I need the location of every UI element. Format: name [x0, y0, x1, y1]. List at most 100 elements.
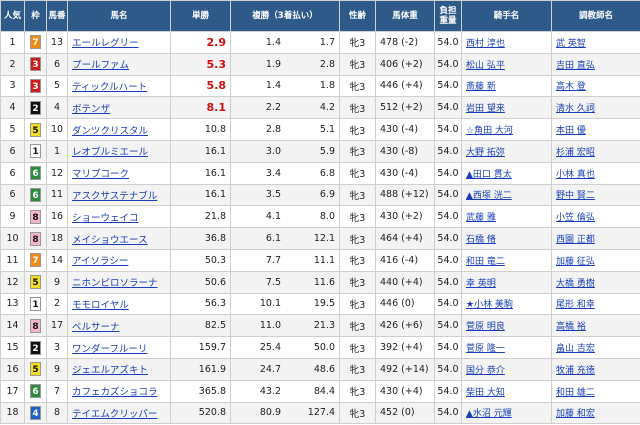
- jockey-link[interactable]: 柴田 大知: [461, 379, 552, 403]
- trainer-link[interactable]: 小笠 倫弘: [551, 205, 640, 229]
- jockey-link[interactable]: 石橋 脩: [461, 227, 552, 250]
- table-row: 9 8 16 ショーウェイコ 21.8 4.1 8.0 牝3 430 (+2) 54.0 武藤 雅小…: [0, 205, 640, 229]
- jockey-link[interactable]: 岩田 望来: [461, 96, 552, 120]
- burden-weight: 54.0: [434, 357, 462, 381]
- win-odds: 16.1: [204, 189, 226, 201]
- win-odds-cell: 365.8: [170, 379, 231, 403]
- place-odds-low: 7.7: [265, 254, 281, 266]
- popularity-rank: 2: [0, 52, 25, 76]
- trainer-link[interactable]: 和田 雄二: [551, 379, 640, 403]
- trainer-link[interactable]: 高木 登: [551, 74, 640, 98]
- sex-age: 牝3: [339, 292, 376, 316]
- sex-age: 牝3: [339, 227, 376, 250]
- header-rank[interactable]: 人気: [0, 0, 25, 32]
- body-weight: 406 (+2): [375, 52, 435, 76]
- win-odds-cell: 8.1: [170, 96, 231, 120]
- horse-name-link[interactable]: マリブコーク: [67, 161, 171, 185]
- jockey-link[interactable]: 国分 恭介: [461, 357, 552, 381]
- burden-weight: 54.0: [434, 118, 462, 141]
- place-odds-cell: 25.4 50.0: [230, 336, 340, 359]
- jockey-link[interactable]: 菅原 明良: [461, 314, 552, 338]
- header-trainer[interactable]: 調教師名: [551, 0, 640, 32]
- jockey-link[interactable]: 幸 英明: [461, 270, 552, 294]
- horse-number: 8: [46, 401, 68, 425]
- odds-table: 人気 枠 馬番 馬名 単勝 複勝（3着払い） 性齢 馬体重 負担 重量 騎手名 調…: [0, 0, 640, 425]
- trainer-link[interactable]: 畠山 吉宏: [551, 336, 640, 359]
- horse-name-link[interactable]: ティックルハート: [67, 74, 171, 98]
- trainer-link[interactable]: 本田 優: [551, 118, 640, 141]
- horse-name-link[interactable]: プールファム: [67, 52, 171, 76]
- win-odds: 2.9: [206, 35, 227, 49]
- horse-name-link[interactable]: モモロイヤル: [67, 292, 171, 316]
- header-place-odds[interactable]: 複勝（3着払い）: [230, 0, 340, 32]
- horse-number: 4: [46, 96, 68, 120]
- jockey-link[interactable]: ▲田口 貫太: [461, 161, 552, 185]
- jockey-link[interactable]: 和田 竜二: [461, 248, 552, 272]
- jockey-link[interactable]: 大野 拓弥: [461, 139, 552, 163]
- burden-weight: 54.0: [434, 336, 462, 359]
- jockey-link[interactable]: 西村 淳也: [461, 31, 552, 54]
- horse-name-link[interactable]: ニホンピロソラーナ: [67, 270, 171, 294]
- trainer-link[interactable]: 杉浦 宏昭: [551, 139, 640, 163]
- header-body-weight[interactable]: 馬体重: [375, 0, 435, 32]
- horse-name-link[interactable]: カフェカズショコラ: [67, 379, 171, 403]
- trainer-link[interactable]: 小林 真也: [551, 161, 640, 185]
- trainer-link[interactable]: 加藤 征弘: [551, 248, 640, 272]
- header-waku[interactable]: 枠: [24, 0, 47, 32]
- trainer-link[interactable]: 加藤 和宏: [551, 401, 640, 425]
- jockey-link[interactable]: ☆角田 大河: [461, 118, 552, 141]
- place-odds-high: 11.6: [313, 276, 335, 288]
- horse-name-link[interactable]: ボテンザ: [67, 96, 171, 120]
- header-win-odds[interactable]: 単勝: [170, 0, 231, 32]
- header-jockey[interactable]: 騎手名: [461, 0, 552, 32]
- win-odds: 21.8: [204, 211, 226, 223]
- trainer-link[interactable]: 野中 賢二: [551, 183, 640, 207]
- place-odds-cell: 24.7 48.6: [230, 357, 340, 381]
- trainer-link[interactable]: 清水 久詞: [551, 96, 640, 120]
- horse-name-link[interactable]: ジェエルアズキト: [67, 357, 171, 381]
- jockey-link[interactable]: ★小林 美駒: [461, 292, 552, 316]
- horse-name-link[interactable]: アスクサステナブル: [67, 183, 171, 207]
- trainer-link[interactable]: 牧浦 充徳: [551, 357, 640, 381]
- horse-name-link[interactable]: アイソラシー: [67, 248, 171, 272]
- horse-number: 7: [46, 379, 68, 403]
- table-row: 16 5 9 ジェエルアズキト 161.9 24.7 48.6 牝3 492 (+14) 54.0…: [0, 357, 640, 381]
- place-odds-high: 5.1: [319, 124, 335, 136]
- horse-name-link[interactable]: メイショウエース: [67, 227, 171, 250]
- horse-name-link[interactable]: レオブルミエール: [67, 139, 171, 163]
- trainer-link[interactable]: 西園 正都: [551, 227, 640, 250]
- win-odds-cell: 56.3: [170, 292, 231, 316]
- horse-name-link[interactable]: ベルサーナ: [67, 314, 171, 338]
- jockey-link[interactable]: 菅原 隆一: [461, 336, 552, 359]
- trainer-link[interactable]: 吉田 直弘: [551, 52, 640, 76]
- header-horse-name[interactable]: 馬名: [67, 0, 171, 32]
- body-weight: 430 (-8): [375, 139, 435, 163]
- waku-badge: 2: [30, 100, 41, 115]
- header-sex-age[interactable]: 性齢: [339, 0, 376, 32]
- trainer-link[interactable]: 武 英智: [551, 31, 640, 54]
- jockey-link[interactable]: ▲西塚 洸二: [461, 183, 552, 207]
- place-odds-low: 24.7: [259, 363, 281, 375]
- header-burden-line1: 負担: [439, 6, 457, 16]
- jockey-link[interactable]: 松山 弘平: [461, 52, 552, 76]
- horse-name-link[interactable]: ショーウェイコ: [67, 205, 171, 229]
- jockey-link[interactable]: 武藤 雅: [461, 205, 552, 229]
- waku-badge: 8: [30, 209, 41, 224]
- horse-name-link[interactable]: ダンツクリスタル: [67, 118, 171, 141]
- trainer-link[interactable]: 尾形 和幸: [551, 292, 640, 316]
- win-odds-cell: 16.1: [170, 139, 231, 163]
- trainer-link[interactable]: 大橋 勇樹: [551, 270, 640, 294]
- body-weight: 430 (+2): [375, 205, 435, 229]
- trainer-link[interactable]: 高橋 裕: [551, 314, 640, 338]
- horse-name-link[interactable]: テイエムクリッパー: [67, 401, 171, 425]
- win-odds-cell: 50.3: [170, 248, 231, 272]
- horse-name-link[interactable]: エールレグリー: [67, 31, 171, 54]
- jockey-link[interactable]: 斎藤 新: [461, 74, 552, 98]
- jockey-link[interactable]: ▲水沼 元輝: [461, 401, 552, 425]
- body-weight: 512 (+2): [375, 96, 435, 120]
- header-burden-weight[interactable]: 負担 重量: [434, 0, 462, 32]
- waku-cell: 5: [24, 357, 47, 381]
- horse-name-link[interactable]: ワンダーフルーリ: [67, 336, 171, 359]
- table-row: 13 1 2 モモロイヤル 56.3 10.1 19.5 牝3 446 (0) 54.0 ★小林 美…: [0, 292, 640, 316]
- header-horse-no[interactable]: 馬番: [46, 0, 68, 32]
